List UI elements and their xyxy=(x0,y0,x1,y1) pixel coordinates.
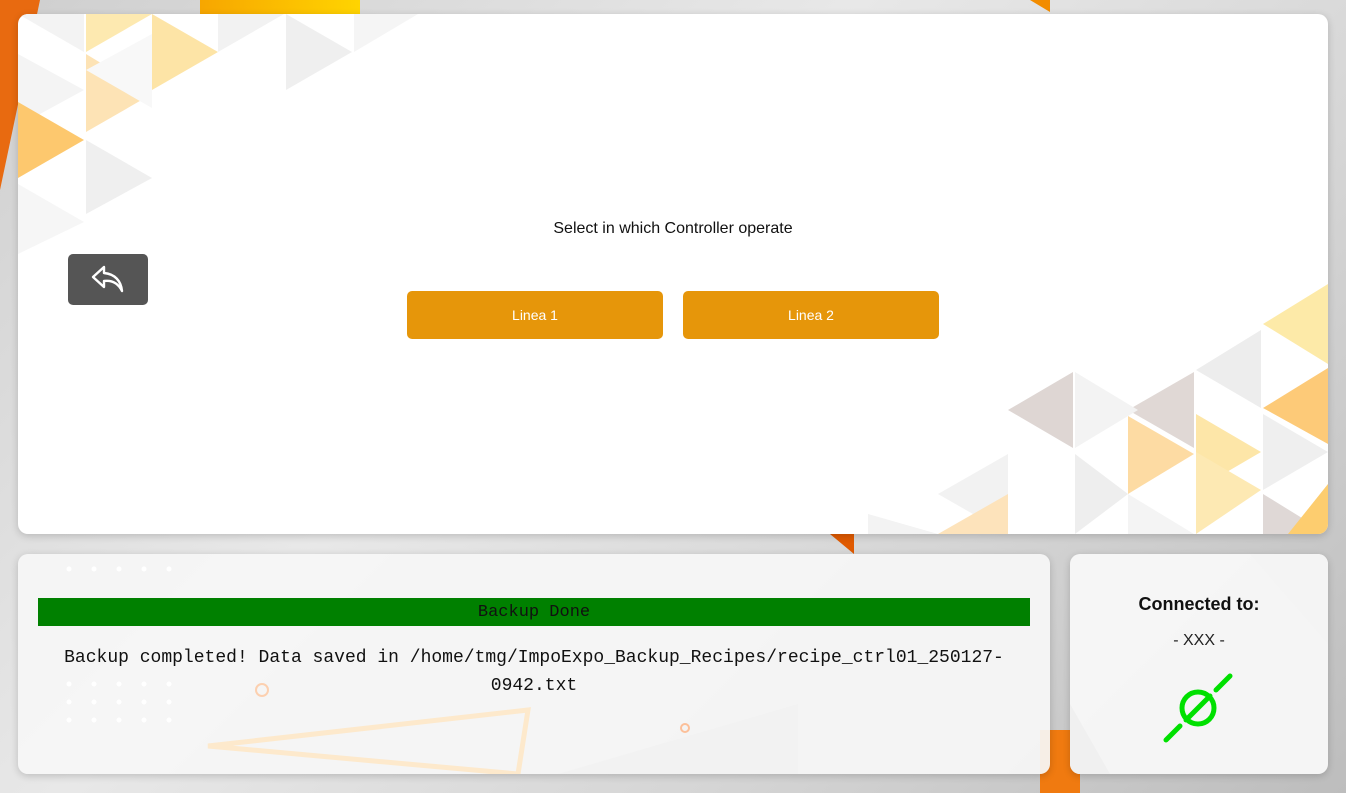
background-shape xyxy=(200,0,360,14)
backup-log-panel: Backup Done Backup completed! Data saved… xyxy=(18,554,1050,774)
controller-select-panel xyxy=(18,14,1328,534)
reply-arrow-icon xyxy=(91,265,124,292)
connected-controller-name: - XXX - xyxy=(1173,632,1225,649)
back-button[interactable] xyxy=(68,254,148,305)
controller-select-prompt: Select in which Controller operate xyxy=(553,220,793,237)
background-shape xyxy=(830,534,854,554)
linea-2-button[interactable]: Linea 2 xyxy=(683,291,939,339)
connected-to-label: Connected to: xyxy=(1138,594,1260,614)
background-shape xyxy=(1030,0,1050,12)
linea-1-button[interactable]: Linea 1 xyxy=(407,291,663,339)
backup-status-bar: Backup Done xyxy=(38,598,1030,626)
backup-message: Backup completed! Data saved in /home/tm… xyxy=(64,648,1004,696)
backup-status-text: Backup Done xyxy=(477,602,591,622)
plug-connected-icon xyxy=(1163,673,1233,743)
connection-panel: Connected to: - XXX - xyxy=(1070,554,1328,774)
